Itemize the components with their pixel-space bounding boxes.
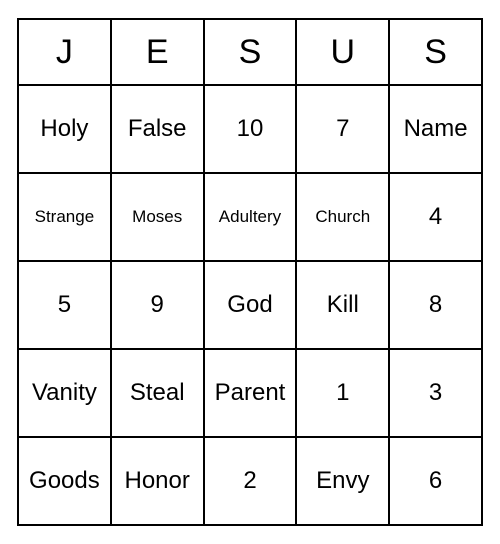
- bingo-row: Strange Moses Adultery Church 4: [19, 172, 481, 260]
- bingo-cell[interactable]: Moses: [110, 174, 203, 260]
- bingo-cell[interactable]: Parent: [203, 350, 296, 436]
- header-cell-0: J: [19, 20, 110, 84]
- bingo-card: J E S U S Holy False 10 7 Name Strange M…: [17, 18, 483, 526]
- bingo-cell[interactable]: Strange: [19, 174, 110, 260]
- bingo-cell[interactable]: Honor: [110, 438, 203, 524]
- header-cell-3: U: [295, 20, 388, 84]
- bingo-cell[interactable]: 2: [203, 438, 296, 524]
- bingo-cell[interactable]: Holy: [19, 86, 110, 172]
- bingo-row: 5 9 God Kill 8: [19, 260, 481, 348]
- bingo-cell[interactable]: Steal: [110, 350, 203, 436]
- bingo-row: Vanity Steal Parent 1 3: [19, 348, 481, 436]
- bingo-cell[interactable]: 3: [388, 350, 481, 436]
- bingo-cell[interactable]: Vanity: [19, 350, 110, 436]
- bingo-cell[interactable]: Adultery: [203, 174, 296, 260]
- bingo-cell[interactable]: 4: [388, 174, 481, 260]
- bingo-row: Holy False 10 7 Name: [19, 84, 481, 172]
- bingo-cell[interactable]: 1: [295, 350, 388, 436]
- bingo-cell[interactable]: Envy: [295, 438, 388, 524]
- header-cell-4: S: [388, 20, 481, 84]
- bingo-cell[interactable]: 10: [203, 86, 296, 172]
- bingo-cell[interactable]: Goods: [19, 438, 110, 524]
- header-cell-2: S: [203, 20, 296, 84]
- bingo-header-row: J E S U S: [19, 20, 481, 84]
- bingo-cell[interactable]: 9: [110, 262, 203, 348]
- bingo-cell[interactable]: God: [203, 262, 296, 348]
- bingo-cell[interactable]: 8: [388, 262, 481, 348]
- bingo-cell[interactable]: 5: [19, 262, 110, 348]
- bingo-cell[interactable]: False: [110, 86, 203, 172]
- bingo-row: Goods Honor 2 Envy 6: [19, 436, 481, 524]
- bingo-cell[interactable]: 6: [388, 438, 481, 524]
- bingo-cell[interactable]: Church: [295, 174, 388, 260]
- header-cell-1: E: [110, 20, 203, 84]
- bingo-cell[interactable]: 7: [295, 86, 388, 172]
- bingo-cell[interactable]: Kill: [295, 262, 388, 348]
- bingo-cell[interactable]: Name: [388, 86, 481, 172]
